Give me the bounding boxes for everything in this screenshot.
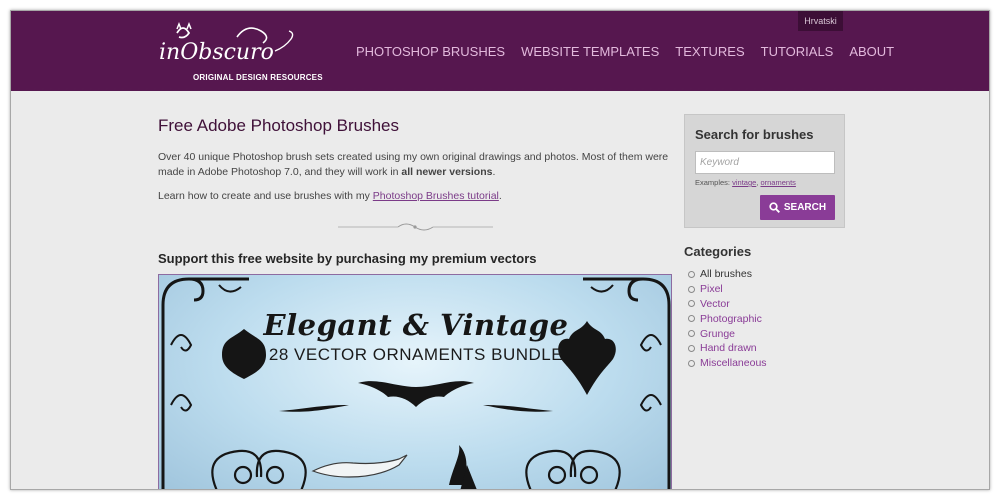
search-panel: Search for brushes Examples: vintage, or…	[684, 114, 845, 228]
search-icon	[769, 202, 780, 213]
nav-photoshop-brushes[interactable]: PHOTOSHOP BRUSHES	[356, 44, 505, 59]
intro-paragraph: Over 40 unique Photoshop brush sets crea…	[158, 151, 669, 178]
example-link-ornaments[interactable]: ornaments	[760, 178, 795, 187]
nav-textures[interactable]: TEXTURES	[675, 44, 744, 59]
category-item[interactable]: Grunge	[688, 326, 767, 341]
category-bullet-icon	[688, 300, 695, 308]
banner-subtitle: 28 VECTOR ORNAMENTS BUNDLE	[268, 345, 564, 364]
main-content: Free Adobe Photoshop Brushes Over 40 uni…	[158, 116, 673, 266]
search-examples: Examples: vintage, ornaments	[695, 178, 796, 187]
category-bullet-icon	[688, 330, 695, 338]
support-heading: Support this free website by purchasing …	[158, 251, 537, 266]
category-item[interactable]: Photographic	[688, 311, 767, 326]
nav-website-templates[interactable]: WEBSITE TEMPLATES	[521, 44, 659, 59]
category-item[interactable]: Hand drawn	[688, 341, 767, 356]
banner-title: Elegant & Vintage	[263, 308, 569, 342]
category-item[interactable]: All brushes	[688, 267, 767, 282]
logo-tagline: ORIGINAL DESIGN RESOURCES	[193, 73, 323, 82]
search-button[interactable]: SEARCH	[760, 195, 835, 220]
example-link-vintage[interactable]: vintage	[732, 178, 756, 187]
main-nav: PHOTOSHOP BRUSHES WEBSITE TEMPLATES TEXT…	[356, 44, 894, 59]
categories-title: Categories	[684, 244, 752, 259]
search-button-label: SEARCH	[783, 202, 827, 213]
category-bullet-icon	[688, 315, 695, 323]
logo-text: inObscuro	[159, 40, 274, 65]
category-item[interactable]: Pixel	[688, 282, 767, 297]
nav-tutorials[interactable]: TUTORIALS	[761, 44, 834, 59]
category-bullet-icon	[688, 285, 695, 293]
ornament-divider	[338, 223, 493, 231]
browser-frame: Hrvatski inObscuro ORIGINAL DESIGN RESOU…	[10, 10, 990, 490]
site-header: Hrvatski inObscuro ORIGINAL DESIGN RESOU…	[11, 11, 989, 91]
language-link[interactable]: Hrvatski	[798, 11, 843, 31]
logo-graphic: inObscuro	[159, 21, 294, 65]
tutorial-link[interactable]: Photoshop Brushes tutorial	[373, 190, 499, 202]
search-input[interactable]	[695, 151, 835, 174]
intro-bold: all newer versions	[401, 166, 493, 178]
search-title: Search for brushes	[695, 127, 814, 142]
site-logo[interactable]: inObscuro ORIGINAL DESIGN RESOURCES	[157, 21, 323, 82]
categories-list: All brushes Pixel Vector Photographic Gr…	[688, 267, 767, 371]
category-item[interactable]: Miscellaneous	[688, 356, 767, 371]
nav-about[interactable]: ABOUT	[849, 44, 894, 59]
vector-bundle-banner[interactable]: Elegant & Vintage 28 VECTOR ORNAMENTS BU…	[158, 274, 672, 489]
category-bullet-icon	[688, 270, 695, 278]
category-item[interactable]: Vector	[688, 297, 767, 312]
category-bullet-icon	[688, 344, 695, 352]
page-title: Free Adobe Photoshop Brushes	[158, 116, 399, 135]
learn-paragraph: Learn how to create and use brushes with…	[158, 190, 502, 202]
category-bullet-icon	[688, 359, 695, 367]
header-scallop-edge	[11, 87, 989, 97]
